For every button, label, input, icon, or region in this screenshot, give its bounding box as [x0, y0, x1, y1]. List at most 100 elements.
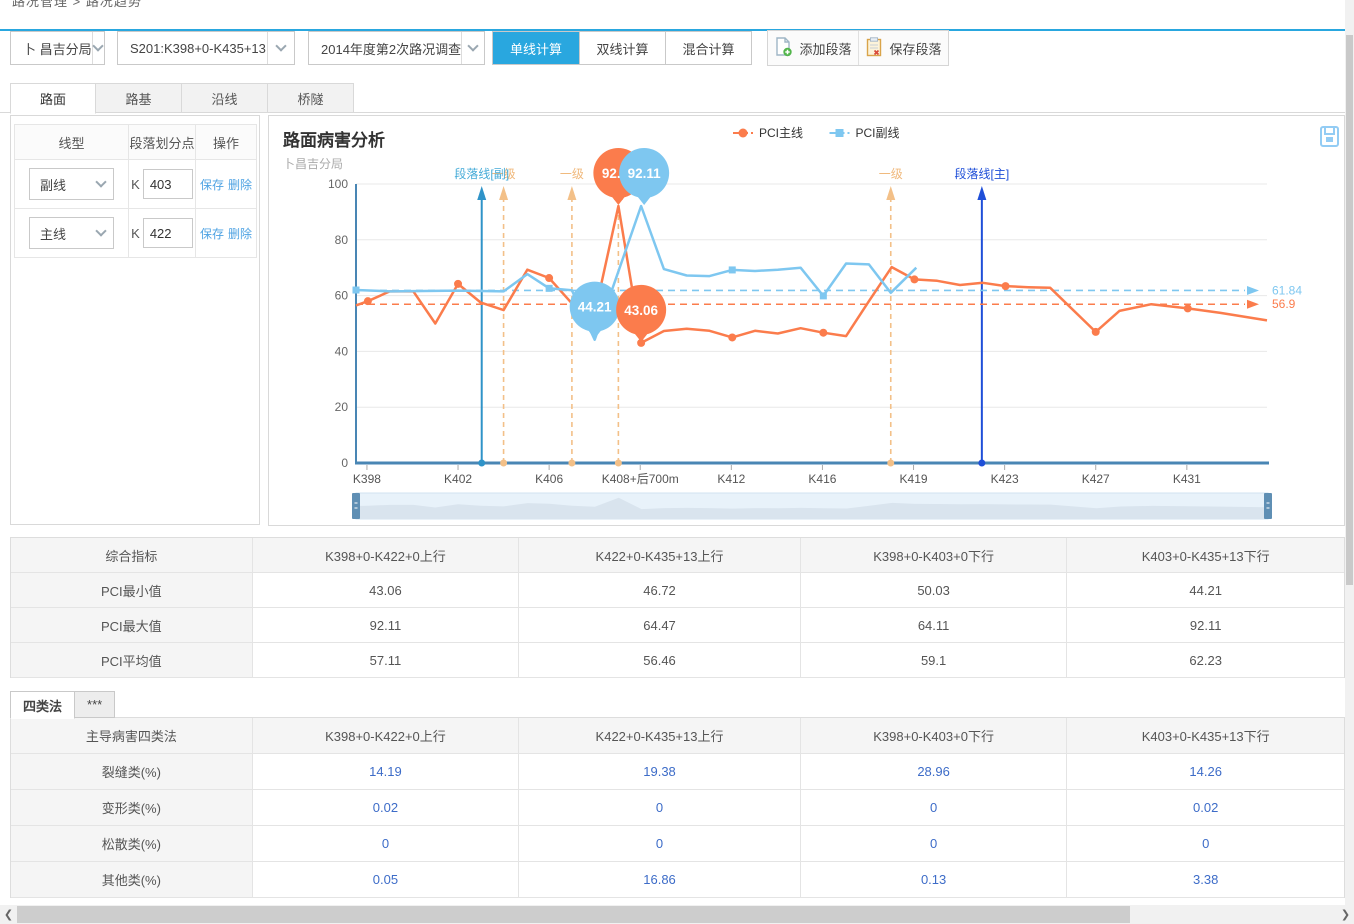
x-axis-tick-label: K416 — [808, 472, 836, 486]
table-value-cell: 0.02 — [1067, 790, 1344, 825]
mark-line-arrow — [886, 186, 895, 200]
save-link[interactable]: 保存 — [200, 176, 224, 193]
table-row: PCI平均值57.1156.4659.162.23 — [11, 643, 1344, 678]
table-value-cell: 64.47 — [519, 608, 801, 642]
double-line-calc-button[interactable]: 双线计算 — [579, 32, 665, 64]
horizontal-scrollbar-thumb[interactable] — [17, 906, 1130, 923]
chevron-down-icon — [95, 225, 106, 236]
table-header-cell: K398+0-K403+0下行 — [801, 538, 1068, 572]
x-axis-tick-label: K412 — [717, 472, 745, 486]
table-value-cell: 14.26 — [1067, 754, 1344, 789]
branch-select-value: 卜 昌吉分局 — [11, 39, 92, 58]
data-point-marker — [910, 275, 918, 283]
mixed-calc-button[interactable]: 混合计算 — [665, 32, 751, 64]
branch-select[interactable]: 卜 昌吉分局 — [10, 31, 105, 65]
pavement-disease-chart-panel: 路面病害分析卜昌吉分局PCI主线PCI副线02040608010056.961.… — [268, 115, 1345, 526]
mark-line-label: 段落线[主] — [955, 166, 1010, 181]
legend-item-main[interactable]: PCI主线 — [759, 126, 803, 140]
data-point-marker — [454, 280, 462, 288]
table-value-cell: 57.11 — [253, 643, 520, 677]
data-point-marker — [728, 333, 736, 341]
y-axis-tick-label: 0 — [341, 456, 348, 470]
delete-link[interactable]: 删除 — [228, 176, 252, 193]
data-point-marker — [729, 266, 736, 273]
linetype-select-value: 主线 — [30, 224, 97, 243]
tab-roadside[interactable]: 沿线 — [182, 83, 268, 113]
chevron-down-icon[interactable] — [267, 32, 294, 64]
table-value-cell: 0.05 — [253, 862, 520, 897]
survey-select[interactable]: 2014年度第2次路况调查 — [308, 31, 485, 65]
axis-divider-dot — [478, 460, 485, 467]
save-paragraph-button[interactable]: 保存段落 — [858, 31, 948, 65]
tab-subgrade[interactable]: 路基 — [96, 83, 182, 113]
vertical-scrollbar-thumb[interactable] — [1346, 35, 1353, 585]
page: 路况管理 > 路况趋势 卜 昌吉分局 S201:K398+0-K435+13 2… — [0, 0, 1354, 924]
tab-pavement[interactable]: 路面 — [10, 83, 96, 114]
add-paragraph-button[interactable]: 添加段落 — [768, 31, 858, 65]
mark-line-arrow — [567, 186, 576, 200]
y-axis-tick-label: 60 — [335, 289, 349, 303]
datazoom-handle[interactable] — [1264, 493, 1272, 519]
chevron-down-icon[interactable] — [92, 32, 104, 64]
x-axis-tick-label: K402 — [444, 472, 472, 486]
save-link[interactable]: 保存 — [200, 225, 224, 242]
data-point-marker — [1184, 304, 1192, 312]
x-axis-tick-label: K431 — [1173, 472, 1201, 486]
single-line-calc-button[interactable]: 单线计算 — [493, 32, 579, 64]
pci-line-chart: 路面病害分析卜昌吉分局PCI主线PCI副线02040608010056.961.… — [269, 116, 1344, 525]
segment-row: 副线 K 保存 删除 — [15, 159, 256, 208]
data-point-marker — [1092, 328, 1100, 336]
table-value-cell: 0 — [519, 790, 801, 825]
k-prefix: K — [131, 226, 140, 241]
tab-four-class-method[interactable]: 四类法 — [10, 691, 75, 719]
datazoom-handle[interactable] — [352, 493, 360, 519]
route-select[interactable]: S201:K398+0-K435+13 — [117, 31, 295, 65]
scroll-left-arrow-icon[interactable]: ❮ — [0, 908, 17, 921]
table-row: 裂缝类(%)14.1919.3828.9614.26 — [11, 754, 1344, 790]
table-row-label: 其他类(%) — [11, 862, 253, 897]
segment-table-header: 线型 段落划分点 操作 — [15, 125, 256, 159]
pci-main-line — [356, 206, 1267, 343]
table-value-cell: 46.72 — [519, 573, 801, 607]
axis-divider-dot — [568, 460, 575, 467]
table-value-cell: 50.03 — [801, 573, 1068, 607]
x-axis-tick-label: K423 — [991, 472, 1019, 486]
scroll-right-arrow-icon[interactable]: ❯ — [1337, 908, 1354, 921]
axis-divider-dot — [887, 460, 894, 467]
mark-line-arrow — [499, 186, 508, 200]
tab-asterisks[interactable]: *** — [75, 691, 115, 718]
segment-col-linetype: 线型 — [15, 125, 128, 159]
table-header-row: 主导病害四类法K398+0-K422+0上行K422+0-K435+13上行K3… — [11, 718, 1344, 754]
x-axis-tick-label: K408+后700m — [602, 472, 679, 486]
mark-line-label: 一级 — [560, 167, 584, 181]
pci-summary-table: 综合指标K398+0-K422+0上行K422+0-K435+13上行K398+… — [10, 537, 1345, 678]
chevron-down-icon — [95, 176, 106, 187]
vertical-scrollbar[interactable] — [1345, 0, 1354, 905]
save-paragraph-icon — [865, 37, 883, 60]
table-value-cell: 62.23 — [1067, 643, 1344, 677]
table-header-cell: K398+0-K403+0下行 — [801, 718, 1068, 753]
linetype-select[interactable]: 副线 — [29, 168, 114, 200]
delete-link[interactable]: 删除 — [228, 225, 252, 242]
linetype-select-value: 副线 — [30, 175, 97, 194]
data-point-marker — [364, 297, 372, 305]
table-row: 其他类(%)0.0516.860.133.38 — [11, 862, 1344, 898]
axis-divider-dot — [615, 460, 622, 467]
table-value-cell: 28.96 — [801, 754, 1068, 789]
legend-item-aux[interactable]: PCI副线 — [856, 126, 900, 140]
segment-row: 主线 K 保存 删除 — [15, 208, 256, 257]
table-value-cell: 0 — [519, 826, 801, 861]
divider-point-input[interactable] — [143, 218, 193, 248]
data-point-marker — [819, 329, 827, 337]
save-image-icon[interactable] — [1321, 127, 1338, 146]
table-value-cell: 59.1 — [801, 643, 1068, 677]
chevron-down-icon[interactable] — [461, 32, 484, 64]
linetype-select[interactable]: 主线 — [29, 217, 114, 249]
save-image-icon-part — [1325, 127, 1334, 134]
table-value-cell: 14.19 — [253, 754, 520, 789]
horizontal-scrollbar[interactable]: ❮ ❯ — [0, 905, 1354, 924]
add-paragraph-label: 添加段落 — [799, 39, 851, 58]
data-point-marker — [546, 285, 553, 292]
tab-bridge-tunnel[interactable]: 桥隧 — [268, 83, 354, 113]
divider-point-input[interactable] — [143, 169, 193, 199]
